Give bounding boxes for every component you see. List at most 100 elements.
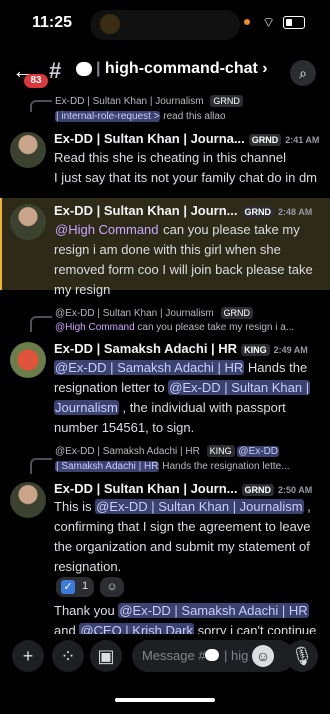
reply-preview[interactable]: @Ex-DD | Sultan Khan | Journalism GRND [55,307,254,319]
plus-button[interactable]: + [12,640,44,672]
avatar[interactable] [10,342,46,378]
status-time: 11:25 [32,14,73,31]
message-line: confirming that I sign the agreement to … [54,519,311,534]
channel-hash-icon: # [49,58,62,83]
home-indicator [115,698,215,702]
reply-snippet: can you please take my resign i a... [137,322,295,333]
chevron-right-icon: › [262,60,268,77]
user-mention[interactable]: @Ex-DD | Sultan Khan | Journalism [95,499,304,514]
reply-author: @Ex-DD | Samaksh Adachi | HR [55,446,200,457]
author-name[interactable]: Ex-DD | Samaksh Adachi | HR [54,341,237,356]
message-header: Ex-DD | Sultan Khan | Journ... GRND 2:50 A… [54,481,312,496]
message-placeholder: Message # [142,648,206,663]
user-mention[interactable]: @Ex-DD | Samaksh Adachi | HR [118,603,309,618]
avatar[interactable] [10,204,46,240]
message-text: resignation letter to [54,380,169,395]
author-name[interactable]: Ex-DD | Sultan Khan | Journ... [54,203,238,218]
role-tag: GRND [241,484,275,496]
microphone-icon: 🎙 [290,646,314,666]
message-text: This is [54,499,96,514]
smiley-icon: ☺ [106,581,118,593]
message-text: Hands the [244,360,308,375]
search-icon: ⌕ [299,65,307,81]
message-body: @Ex-DD | Samaksh Adachi | HR Hands the r… [54,358,326,438]
message-line: removed form coo I will join back please… [54,262,313,277]
apps-icon: ⁘ [60,646,76,666]
message-line: I just say that its not your family chat… [54,170,318,185]
avatar[interactable] [10,132,46,168]
chat-bubble-icon [205,649,219,661]
emoji-button[interactable]: ☺ [252,645,274,667]
wifi-icon: ⌔ [262,14,276,30]
reaction-count: 1 [82,580,89,592]
user-mention[interactable]: @Ex-DD [237,446,280,457]
reply-connector [30,100,52,112]
reply-preview-text[interactable]: @High Command can you please take my res… [55,322,294,333]
role-tag: GRND [248,134,282,146]
reply-connector [30,458,52,474]
status-bar: 11:25 ⌔ [0,0,330,46]
channel-mention[interactable]: | internal-role-request > [55,111,161,122]
reply-author: @Ex-DD | Sultan Khan | Journalism [55,308,214,319]
search-button[interactable]: ⌕ [290,60,316,86]
gift-icon: ▣ [97,646,115,666]
message-line: my resign [54,282,111,297]
user-mention[interactable]: | Samaksh Adachi | HR [55,461,160,472]
reply-preview-text[interactable]: | Samaksh Adachi | HR Hands the resignat… [55,461,290,472]
message-line: the organization and submit my statement… [54,539,310,554]
author-name[interactable]: Ex-DD | Sultan Khan | Journa... [54,131,245,146]
unread-badge: 83 [24,74,48,88]
timestamp: 2:48 AM [278,207,313,217]
message-body: @High Command can you please take my res… [54,220,326,300]
role-mention[interactable]: @High Command [55,322,135,333]
message-header: Ex-DD | Sultan Khan | Journa... GRND 2:41 … [54,131,319,146]
battery-level [286,19,292,26]
reply-preview-text[interactable]: | internal-role-request > read this alla… [55,111,226,122]
role-mention[interactable]: @High Command [54,222,160,237]
timestamp: 2:41 AM [285,135,320,145]
reply-connector [30,316,52,332]
message-line: number 154561, to sign. [54,420,195,435]
reaction-chip[interactable]: ✓ 1 [56,577,94,597]
role-tag: KING [206,445,235,457]
role-tag: KING [241,344,270,356]
chat-bubble-icon [76,62,92,76]
author-name[interactable]: Ex-DD | Sultan Khan | Journ... [54,481,238,496]
message-header: Ex-DD | Sultan Khan | Journ... GRND 2:48 A… [54,203,312,218]
message-placeholder-tail: | hig [224,648,249,663]
message-text: , [303,499,311,514]
timestamp: 2:49 AM [273,345,308,355]
channel-title[interactable]: | high-command-chat › [96,60,268,78]
mic-in-use-dot [244,19,250,25]
channel-name: high-command-chat [104,60,258,77]
message-line: Read this she is cheating in this channe… [54,150,286,165]
reply-preview[interactable]: Ex-DD | Sultan Khan | Journalism GRND [55,95,243,107]
add-reaction-button[interactable]: ☺ [100,577,124,597]
user-mention[interactable]: Journalism [54,400,119,415]
message-text: , the individual with passport [118,400,286,415]
timestamp: 2:50 AM [278,485,313,495]
microphone-indicator-icon [100,14,120,34]
user-mention[interactable]: @Ex-DD | Sultan Khan | [168,380,311,395]
message-line: resignation. [54,559,122,574]
check-emoji-icon: ✓ [61,580,75,594]
message-header: Ex-DD | Samaksh Adachi | HR KING 2:49 AM [54,341,308,356]
role-tag: GRND [220,307,254,319]
role-tag: GRND [241,206,275,218]
apps-button[interactable]: ⁘ [52,640,84,672]
plus-icon: + [22,646,34,666]
avatar[interactable] [10,482,46,518]
smiley-icon: ☺ [255,648,271,664]
message-body: This is @Ex-DD | Sultan Khan | Journalis… [54,497,326,577]
gift-button[interactable]: ▣ [90,640,122,672]
reply-preview[interactable]: @Ex-DD | Samaksh Adachi | HR KING @Ex-DD [55,445,280,457]
message-line: resign i am done with this girl when she [54,242,281,257]
voice-message-button[interactable]: 🎙 [286,640,318,672]
message-text: can you please take my [159,222,300,237]
role-tag: GRND [210,95,243,107]
reply-author: Ex-DD | Sultan Khan | Journalism [55,96,204,107]
reply-snippet: Hands the resignation lette... [162,461,290,472]
message-text: Thank you [54,603,119,618]
message-body: Read this she is cheating in this channe… [54,148,324,188]
user-mention[interactable]: @Ex-DD | Samaksh Adachi | HR [54,360,245,375]
